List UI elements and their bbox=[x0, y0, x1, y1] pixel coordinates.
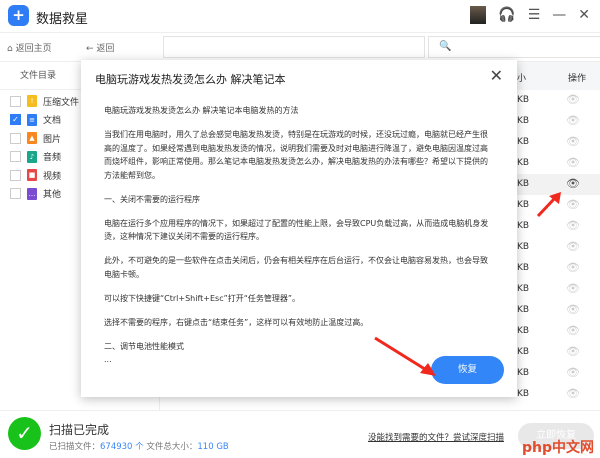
app-title: 数据救星 bbox=[36, 12, 89, 27]
file-size: KB bbox=[517, 263, 530, 273]
close-icon[interactable]: ✕ bbox=[578, 7, 590, 23]
back-button[interactable]: ← 返回 bbox=[86, 41, 114, 54]
preview-eye-icon[interactable]: 👁 bbox=[566, 345, 580, 358]
title-bar: + 数据救星 🎧 ☰ — ✕ bbox=[0, 0, 600, 33]
file-size: KB bbox=[517, 347, 530, 357]
preview-eye-icon[interactable]: 👁 bbox=[566, 219, 580, 232]
path-field[interactable] bbox=[163, 36, 425, 58]
sidebar-item-label: 视频 bbox=[43, 171, 62, 182]
checkbox[interactable]: ✓ bbox=[10, 114, 21, 126]
preview-eye-icon[interactable]: 👁 bbox=[566, 324, 580, 337]
size-column-header: 小 bbox=[517, 74, 527, 84]
search-input[interactable]: 🔍 bbox=[428, 36, 600, 58]
checkbox[interactable] bbox=[10, 132, 21, 144]
preview-eye-icon[interactable]: 👁 bbox=[566, 198, 580, 211]
preview-eye-icon[interactable]: 👁 bbox=[566, 261, 580, 274]
file-size: KB bbox=[517, 284, 530, 294]
preview-eye-icon[interactable]: 👁 bbox=[566, 135, 580, 148]
status-bar: ✓ 扫描已完成 已扫描文件：674930 个 文件总大小：110 GB 没能找到… bbox=[0, 410, 600, 458]
preview-eye-icon[interactable]: 👁 bbox=[566, 387, 580, 400]
article-preview-dialog: 电脑玩游戏发热发烫怎么办 解决笔记本 ✕ 电脑玩游戏发热发烫怎么办 解决笔记本电… bbox=[81, 60, 517, 397]
checkbox[interactable] bbox=[10, 95, 21, 107]
file-size: KB bbox=[517, 326, 530, 336]
menu-icon[interactable]: ☰ bbox=[528, 7, 541, 23]
minimize-icon[interactable]: — bbox=[552, 7, 566, 23]
paragraph: 此外，不可避免的是一些软件在点击关闭后，仍会有相关程序在后台运行，不仅会让电脑容… bbox=[104, 256, 488, 279]
paragraph: 选择不需要的程序，右键点击“结束任务”，这样可以有效地防止温度过高。 bbox=[104, 317, 369, 327]
deep-scan-link[interactable]: 没能找到需要的文件？尝试深度扫描 bbox=[368, 431, 504, 443]
dialog-title: 电脑玩游戏发热发烫怎么办 解决笔记本 bbox=[95, 73, 286, 86]
check-icon: ✓ bbox=[8, 417, 41, 450]
sidebar-item-label: 文档 bbox=[43, 116, 62, 127]
file-type-icon: ! bbox=[27, 95, 37, 108]
file-type-icon: ■ bbox=[27, 169, 37, 182]
paragraph: 一、关闭不需要的运行程序 bbox=[104, 194, 200, 204]
paragraph: 电脑在运行多个应用程序的情况下，如果超过了配置的性能上限，会导致CPU负载过高，… bbox=[104, 218, 489, 242]
file-size: KB bbox=[517, 389, 530, 399]
file-type-icon: ♪ bbox=[27, 150, 37, 163]
checkbox[interactable] bbox=[10, 188, 21, 200]
sidebar-item-label: 其他 bbox=[43, 190, 62, 201]
file-size: KB bbox=[517, 179, 530, 189]
sidebar-item-label: 压缩文件 bbox=[43, 97, 80, 108]
paragraph: 可以按下快捷键“Ctrl+Shift+Esc”打开“任务管理器”。 bbox=[104, 293, 301, 303]
preview-eye-icon[interactable]: 👁 bbox=[566, 303, 580, 316]
action-column-header: 操作 bbox=[568, 74, 587, 84]
total-size: 110 GB bbox=[197, 442, 229, 452]
paragraph: 当我们在用电脑时，用久了总会感觉电脑发热发烫，特别是在玩游戏的时候，还没玩过瘾，… bbox=[104, 130, 488, 180]
file-size: KB bbox=[517, 200, 530, 210]
file-size: KB bbox=[517, 242, 530, 252]
app-logo-icon: + bbox=[8, 5, 29, 26]
file-type-icon: ▲ bbox=[27, 132, 37, 145]
file-size: KB bbox=[517, 221, 530, 231]
scanned-label: 已扫描文件： bbox=[49, 442, 101, 452]
file-size: KB bbox=[517, 305, 530, 315]
size-label: 文件总大小： bbox=[146, 442, 198, 452]
scan-stats: 已扫描文件：674930 个 文件总大小：110 GB bbox=[49, 440, 229, 452]
preview-eye-icon[interactable]: 👁 bbox=[566, 156, 580, 169]
file-size: KB bbox=[517, 137, 530, 147]
preview-eye-icon[interactable]: 👁 bbox=[566, 177, 580, 190]
section-heading: 二、调节电池性能模式 bbox=[104, 341, 184, 351]
file-size: KB bbox=[517, 158, 530, 168]
home-button[interactable]: ⌂ 返回主页 bbox=[7, 41, 52, 54]
sidebar-item-label: 音频 bbox=[43, 153, 62, 164]
scanned-count: 674930 个 bbox=[100, 442, 144, 452]
file-type-icon: ≡ bbox=[27, 113, 37, 126]
watermark-logo: php中文网 bbox=[521, 440, 594, 456]
scan-status: 扫描已完成 bbox=[49, 423, 110, 437]
preview-eye-icon[interactable]: 👁 bbox=[566, 240, 580, 253]
file-size: KB bbox=[517, 368, 530, 378]
preview-eye-icon[interactable]: 👁 bbox=[566, 93, 580, 106]
avatar[interactable] bbox=[470, 6, 487, 24]
checkbox[interactable] bbox=[10, 151, 21, 163]
restore-button[interactable]: 恢复 bbox=[431, 356, 504, 384]
paragraph: 电脑玩游戏发热发烫怎么办 解决笔记本电脑发热的方法 bbox=[104, 106, 299, 115]
headset-icon[interactable]: 🎧 bbox=[498, 7, 515, 23]
dialog-close-icon[interactable]: ✕ bbox=[490, 66, 503, 85]
dialog-content: 电脑玩游戏发热发烫怎么办 解决笔记本电脑发热的方法当我们在用电脑时，用久了总会感… bbox=[104, 104, 489, 367]
search-icon: 🔍 bbox=[439, 41, 452, 52]
home-label: 返回主页 bbox=[15, 44, 52, 54]
file-size: KB bbox=[517, 116, 530, 126]
preview-eye-icon[interactable]: 👁 bbox=[566, 114, 580, 127]
sidebar-item-label: 图片 bbox=[43, 134, 62, 145]
file-type-icon: … bbox=[27, 187, 37, 200]
preview-eye-icon[interactable]: 👁 bbox=[566, 282, 580, 295]
file-size: KB bbox=[517, 95, 530, 105]
back-label: 返回 bbox=[96, 44, 115, 54]
preview-eye-icon[interactable]: 👁 bbox=[566, 366, 580, 379]
checkbox[interactable] bbox=[10, 169, 21, 181]
